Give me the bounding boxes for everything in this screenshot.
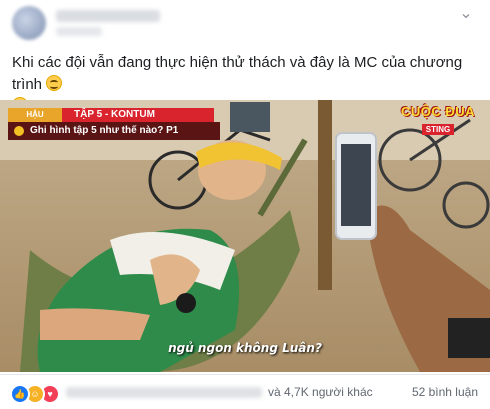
post-meta-blurred	[56, 27, 102, 36]
play-icon	[14, 126, 24, 136]
like-reaction[interactable]: 👍	[10, 384, 30, 404]
show-logo-sponsor: STING	[421, 124, 455, 135]
reaction-count[interactable]: và 4,7K người khác	[268, 385, 373, 399]
wooden-post	[318, 100, 332, 290]
video-subtitle: ngủ ngon không Luân?	[168, 341, 322, 355]
phone-screen	[341, 144, 371, 226]
motorbike-part	[230, 102, 270, 132]
reactions-bar: 👍 ☺ ♥ và 4,7K người khác 52 bình luận	[0, 374, 490, 409]
author-name-blurred[interactable]	[56, 10, 160, 22]
badge-question-text: Ghi hình tập 5 như thế nào? P1	[30, 125, 179, 136]
badge-behind-scenes: HẬU TRƯỜNG	[8, 108, 62, 133]
facebook-post: ⌄ Khi các đội vẫn đang thực hiện thử thá…	[0, 0, 490, 408]
post-photo[interactable]	[0, 100, 490, 372]
more-options-button[interactable]: ⌄	[456, 5, 476, 23]
reactor-names-blurred[interactable]	[66, 387, 262, 398]
like-icon: 👍	[14, 389, 26, 399]
grinning-emoji-icon	[46, 75, 63, 91]
show-logo: CUỘC ĐUA STING	[392, 104, 484, 135]
badge-question: Ghi hình tập 5 như thế nào? P1	[8, 122, 220, 140]
badge-episode: TẬP 5 - KONTUM	[62, 108, 214, 122]
comment-count[interactable]: 52 bình luận	[412, 385, 478, 399]
wristwatch	[176, 293, 196, 313]
author-avatar[interactable]	[12, 6, 46, 40]
show-logo-title: CUỘC ĐUA	[400, 104, 476, 119]
caption-text: Khi các đội vẫn đang thực hiện thử thách…	[12, 54, 463, 93]
more-horizontal-icon: ⌄	[459, 5, 473, 22]
arm	[40, 308, 150, 340]
photo-scene	[0, 100, 490, 372]
